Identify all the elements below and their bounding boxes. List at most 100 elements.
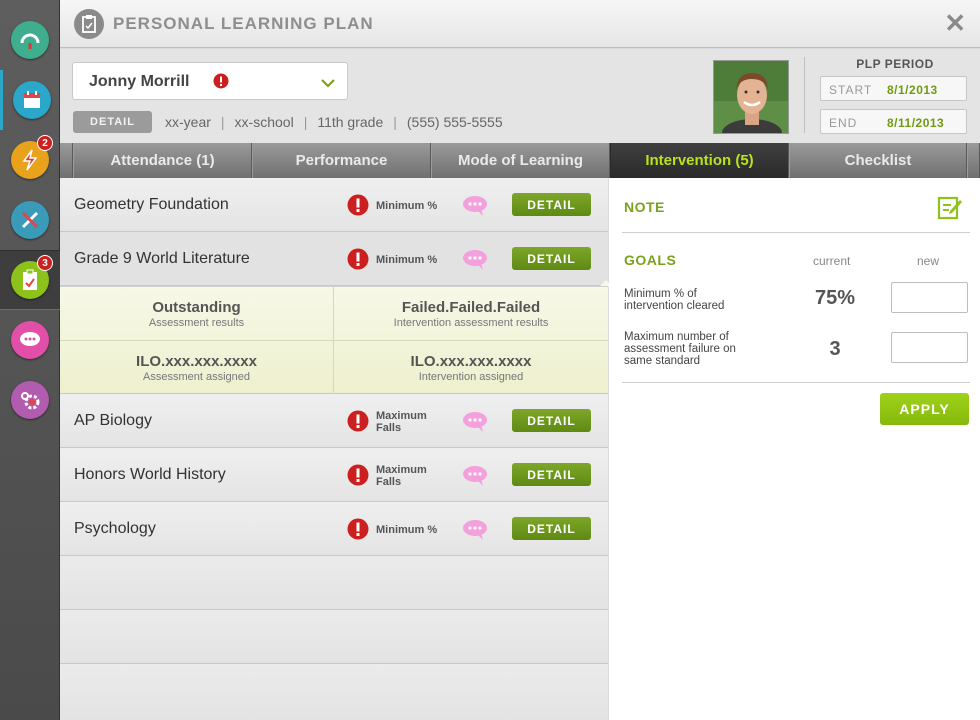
course-name: AP Biology [74, 412, 152, 429]
goal-new-input[interactable] [891, 332, 968, 363]
sidebar: 2 3 [0, 0, 60, 720]
sidebar-item-learning-plan[interactable]: 3 [0, 250, 60, 310]
chat-icon[interactable] [462, 411, 488, 438]
settings-icon [11, 381, 49, 419]
course-name: Grade 9 World Literature [74, 250, 250, 267]
student-grade: 11th grade [317, 114, 384, 130]
alert-icon [347, 464, 369, 491]
course-status: Minimum % [376, 524, 438, 536]
course-detail-button[interactable]: DETAIL [512, 517, 591, 540]
start-date: 8/1/2013 [887, 83, 938, 97]
chat-icon[interactable] [462, 519, 488, 546]
note-label: NOTE [624, 199, 665, 215]
divider [804, 57, 805, 133]
notification-badge: 3 [37, 255, 53, 271]
title-bar: PERSONAL LEARNING PLAN ✕ [60, 0, 980, 48]
student-year: xx-year [165, 114, 211, 130]
edit-note-icon[interactable] [937, 194, 963, 225]
detail-value: ILO.xxx.xxx.xxxx [410, 353, 532, 370]
detail-caption: Intervention assigned [418, 371, 524, 383]
alert-icon [347, 248, 369, 275]
plp-period-title: PLP PERIOD [856, 57, 934, 71]
empty-row [60, 610, 608, 664]
student-school: xx-school [234, 114, 294, 130]
sidebar-item-calendar[interactable] [0, 70, 60, 130]
tab-spacer [60, 143, 73, 178]
sidebar-item-settings[interactable] [0, 370, 60, 430]
notification-badge: 2 [37, 135, 53, 151]
detail-value: Failed.Failed.Failed [401, 299, 541, 316]
course-detail-button[interactable]: DETAIL [512, 409, 591, 432]
chevron-down-icon [321, 75, 335, 93]
chat-icon[interactable] [462, 195, 488, 222]
course-row[interactable]: Psychology Minimum % DETAIL [60, 502, 608, 556]
calendar-icon [12, 81, 51, 119]
chat-icon[interactable] [462, 249, 488, 276]
empty-row [60, 556, 608, 610]
student-name: Jonny Morrill [89, 73, 190, 90]
sidebar-item-messages[interactable] [0, 310, 60, 370]
current-column-header: current [813, 254, 851, 268]
detail-caption: Intervention assessment results [393, 317, 549, 329]
gauge-icon [11, 21, 49, 59]
new-column-header: new [917, 254, 940, 268]
course-row[interactable]: Grade 9 World Literature Minimum % DETAI… [60, 232, 608, 286]
divider [622, 382, 970, 383]
student-detail-button[interactable]: DETAIL [73, 111, 152, 133]
course-status: Maximum Falls [376, 464, 427, 488]
tab-intervention[interactable]: Intervention (5) [610, 143, 789, 178]
alert-icon [347, 194, 369, 221]
alert-icon [347, 518, 369, 545]
course-detail-button[interactable]: DETAIL [512, 193, 591, 216]
sidebar-item-alerts[interactable]: 2 [0, 130, 60, 190]
detail-cell: Failed.Failed.Failed Intervention assess… [334, 287, 608, 341]
student-header: Jonny Morrill DETAIL xx-year | xx-school… [60, 49, 980, 143]
divider [622, 232, 970, 233]
page-title: PERSONAL LEARNING PLAN [113, 14, 374, 33]
close-icon[interactable]: ✕ [944, 9, 966, 37]
course-detail-button[interactable]: DETAIL [512, 247, 591, 270]
course-name: Psychology [74, 520, 156, 537]
goal-label: Maximum number of assessment failure on … [624, 331, 736, 367]
course-list: Geometry Foundation Minimum % DETAIL Gra… [60, 178, 613, 720]
goal-current-value: 3 [829, 338, 841, 360]
start-label: START [829, 83, 873, 97]
start-date-field[interactable]: START 8/1/2013 [820, 76, 967, 101]
sidebar-item-dashboard[interactable] [0, 10, 60, 70]
end-date: 8/11/2013 [887, 116, 945, 130]
tab-performance[interactable]: Performance [252, 143, 431, 178]
tab-checklist[interactable]: Checklist [789, 143, 967, 178]
separator: | [303, 114, 308, 130]
detail-caption: Assessment results [148, 317, 245, 329]
course-row[interactable]: AP Biology Maximum Falls DETAIL [60, 394, 608, 448]
apply-button[interactable]: APPLY [880, 393, 969, 425]
course-name: Honors World History [74, 466, 226, 483]
separator: | [220, 114, 225, 130]
course-status: Minimum % [376, 200, 438, 212]
course-name: Geometry Foundation [74, 196, 229, 213]
separator: | [393, 114, 397, 130]
tab-attendance[interactable]: Attendance (1) [73, 143, 252, 178]
sidebar-item-tools[interactable] [0, 190, 60, 250]
course-status: Maximum Falls [376, 410, 427, 434]
goal-new-input[interactable] [891, 282, 968, 313]
tools-icon [11, 201, 49, 239]
student-select[interactable]: Jonny Morrill [72, 62, 348, 100]
goal-label: Minimum % of intervention cleared [624, 288, 725, 312]
detail-value: ILO.xxx.xxx.xxxx [136, 353, 257, 370]
goal-current-value: 75% [814, 287, 856, 309]
clipboard-icon [74, 9, 104, 39]
chat-icon[interactable] [462, 465, 488, 492]
course-row[interactable]: Geometry Foundation Minimum % DETAIL [60, 178, 608, 232]
course-detail-button[interactable]: DETAIL [512, 463, 591, 486]
course-row[interactable]: Honors World History Maximum Falls DETAI… [60, 448, 608, 502]
end-date-field[interactable]: END 8/11/2013 [820, 109, 967, 134]
avatar [713, 60, 789, 134]
end-label: END [829, 116, 858, 130]
intervention-panel: NOTE GOALS current new Minimum % of inte… [609, 178, 980, 720]
tab-mode-of-learning[interactable]: Mode of Learning [431, 143, 610, 178]
student-meta: xx-year | xx-school | 11th grade | (555)… [165, 114, 503, 130]
course-status: Minimum % [376, 254, 438, 266]
alert-icon [213, 73, 229, 94]
alert-icon [347, 410, 369, 437]
